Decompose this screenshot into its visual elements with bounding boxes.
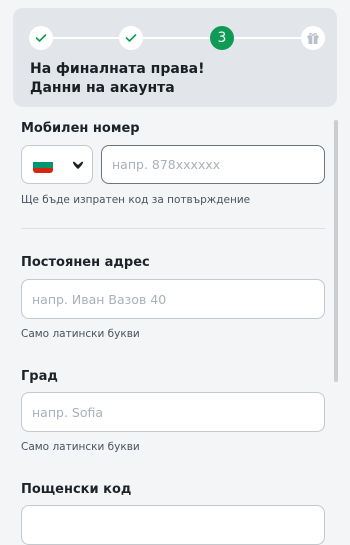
city-input[interactable] [21, 392, 325, 432]
step-4-gift [301, 26, 325, 50]
step-connector [53, 37, 119, 39]
header-title-line-2: Данни на акаунта [30, 80, 175, 96]
check-icon [125, 34, 137, 42]
city-label: Град [21, 369, 58, 384]
gift-icon [307, 32, 319, 44]
postal-code-label: Пощенски код [21, 482, 132, 497]
address-input[interactable] [21, 279, 325, 319]
postal-code-input[interactable] [21, 505, 325, 545]
step-3-active: 3 [210, 26, 234, 50]
check-icon [35, 34, 47, 42]
progress-header: 3 На финалната права! Данни на акаунта [13, 8, 337, 107]
stepper: 3 [29, 26, 325, 50]
header-title-line-1: На финалната права! [30, 61, 205, 77]
bulgaria-flag-icon [33, 157, 53, 173]
chevron-down-icon [73, 161, 83, 169]
phone-input[interactable] [101, 145, 325, 184]
phone-helper: Ще бъде изпратен код за потвърждение [21, 194, 251, 206]
country-code-select[interactable] [21, 145, 93, 184]
step-connector [143, 37, 210, 39]
header-title: На финалната права! Данни на акаунта [30, 60, 320, 98]
city-helper: Само латински букви [21, 441, 140, 453]
step-connector [234, 37, 301, 39]
scrollbar[interactable] [334, 120, 338, 520]
step-1-completed [29, 26, 53, 50]
step-number: 3 [217, 30, 227, 46]
address-label: Постоянен адрес [21, 255, 150, 270]
phone-label: Мобилен номер [21, 121, 140, 136]
scrollbar-thumb[interactable] [334, 120, 338, 382]
section-divider [21, 228, 325, 229]
address-helper: Само латински букви [21, 328, 140, 340]
step-2-completed [119, 26, 143, 50]
